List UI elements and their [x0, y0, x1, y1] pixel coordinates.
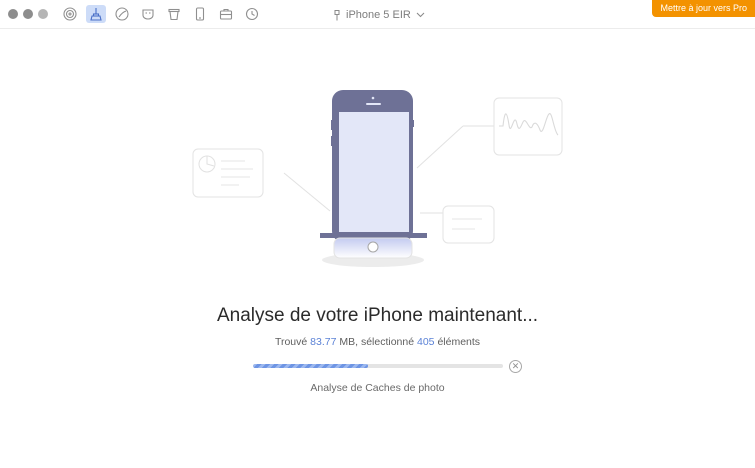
scan-title: Analyse de votre iPhone maintenant... — [216, 305, 539, 326]
size-unit-label: MB, sélectionné — [339, 336, 415, 348]
scan-progress-bar — [253, 364, 503, 368]
current-scan-step: Analyse de Caches de photo — [310, 382, 445, 394]
list-card-icon — [442, 205, 495, 244]
found-label: Trouvé — [274, 336, 308, 348]
stats-card-icon — [192, 148, 264, 198]
waveform-card-icon — [493, 97, 563, 156]
scan-progress-fill — [253, 364, 368, 368]
iphone-illustration — [320, 90, 427, 267]
items-label: éléments — [437, 336, 481, 348]
selected-count: 405 — [417, 336, 435, 348]
phone-scan-illustration — [192, 90, 563, 267]
cancel-scan-button[interactable]: ✕ — [509, 360, 522, 373]
found-size-value: 83.77 — [310, 336, 337, 348]
close-icon: ✕ — [511, 361, 520, 371]
scan-stats: Trouvé 83.77 MB, sélectionné 405 élément… — [0, 336, 755, 348]
